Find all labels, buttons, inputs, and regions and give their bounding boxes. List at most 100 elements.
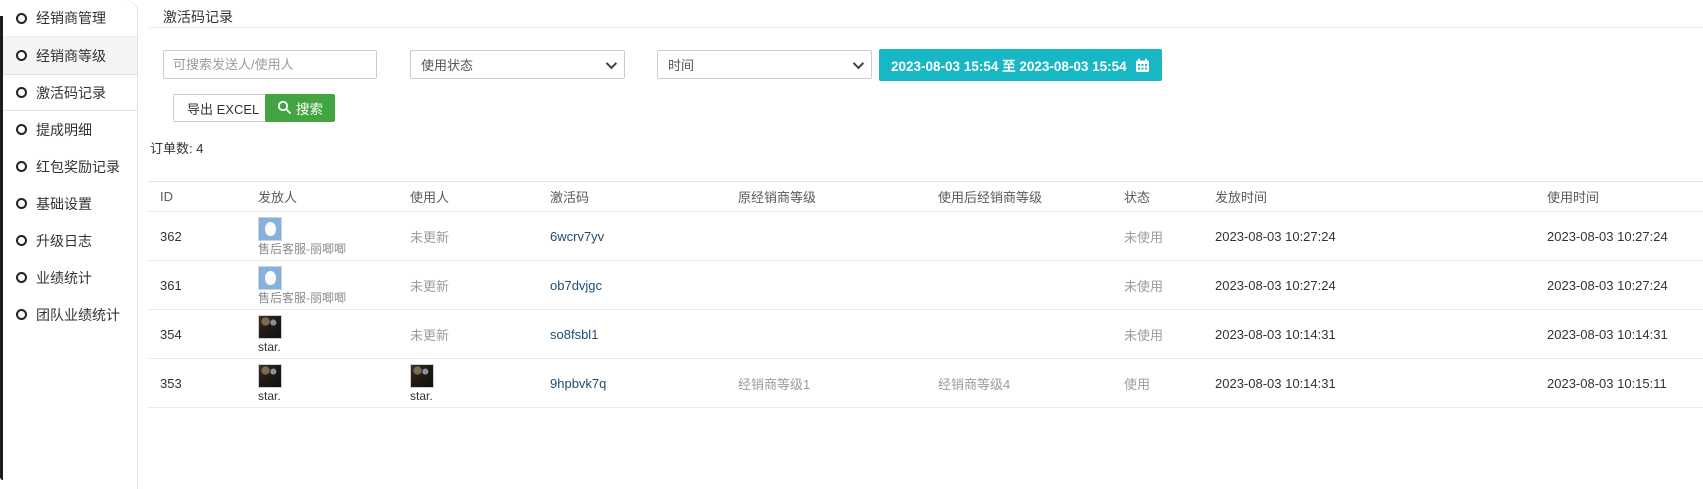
main-content: 激活码记录 使用状态 时间 2023-08-03 15:54 至 2023-08… [139,0,1703,489]
send-time: 2023-08-03 10:14:31 [1203,327,1535,342]
sender-cell: star. [258,364,398,403]
time-select-value: 时间 [668,55,694,74]
sidebar-item-basic-settings[interactable]: 基础设置 [3,185,137,222]
default-avatar [258,266,282,290]
radio-circle-icon [16,272,27,283]
user-photo-avatar [258,315,282,339]
user-cell: star. [410,364,538,403]
status: 未使用 [1112,325,1203,344]
col-header-use-time: 使用时间 [1535,187,1703,206]
table-header-row: ID 发放人 使用人 激活码 原经销商等级 使用后经销商等级 状态 发放时间 使… [148,182,1703,212]
sidebar-item-label: 经销商等级 [36,46,106,66]
sidebar-item-label: 红包奖励记录 [36,157,120,177]
page-title: 激活码记录 [163,7,233,27]
cell-id: 353 [148,376,246,391]
radio-circle-icon [16,124,27,135]
use-time: 2023-08-03 10:14:31 [1535,327,1703,342]
table-row: 361 售后客服-丽唧唧 未更新 ob7dvjgc 未使用 2023-08-03… [148,261,1703,310]
sidebar-item-dealer-management[interactable]: 经销商管理 [3,0,137,37]
search-icon [277,100,291,117]
col-header-send-time: 发放时间 [1203,187,1535,206]
col-header-old-level: 原经销商等级 [726,187,926,206]
chevron-down-icon [606,57,617,68]
sender-cell: star. [258,315,398,354]
sidebar-item-dealer-level[interactable]: 经销商等级 [3,37,137,74]
send-time: 2023-08-03 10:27:24 [1203,278,1535,293]
send-time: 2023-08-03 10:27:24 [1203,229,1535,244]
radio-circle-icon [16,161,27,172]
user-name: 未更新 [398,325,538,344]
activation-code-table: ID 发放人 使用人 激活码 原经销商等级 使用后经销商等级 状态 发放时间 使… [148,181,1703,408]
sidebar-item-label: 基础设置 [36,194,92,214]
sender-name: 售后客服-丽唧唧 [258,292,398,305]
title-divider [149,27,1703,28]
status: 未使用 [1112,227,1203,246]
sidebar-item-upgrade-log[interactable]: 升级日志 [3,222,137,259]
radio-circle-icon [16,235,27,246]
radio-circle-icon [16,87,27,98]
chevron-down-icon [853,57,864,68]
use-time: 2023-08-03 10:27:24 [1535,229,1703,244]
user-photo-avatar [410,364,434,388]
sender-name: star. [258,341,398,354]
col-header-new-level: 使用后经销商等级 [926,187,1112,206]
sidebar-item-label: 业绩统计 [36,268,92,288]
sidebar-item-label: 提成明细 [36,120,92,140]
order-count: 订单数: 4 [150,138,203,157]
status-select[interactable]: 使用状态 [410,50,625,79]
sidebar-item-label: 经销商管理 [36,8,106,28]
search-button[interactable]: 搜索 [265,94,335,122]
cell-id: 354 [148,327,246,342]
user-name: star. [410,390,538,403]
activation-code: ob7dvjgc [538,278,726,293]
col-header-user: 使用人 [398,187,538,206]
status: 使用 [1112,374,1203,393]
sidebar-item-activation-code-records[interactable]: 激活码记录 [3,74,137,111]
activation-code: 9hpbvk7q [538,376,726,391]
sidebar-item-commission-details[interactable]: 提成明细 [3,111,137,148]
user-photo-avatar [258,364,282,388]
use-time: 2023-08-03 10:27:24 [1535,278,1703,293]
calendar-icon [1135,58,1150,73]
col-header-status: 状态 [1112,187,1203,206]
sender-name: star. [258,390,398,403]
new-level: 经销商等级4 [926,374,1112,393]
radio-circle-icon [16,309,27,320]
default-avatar [258,217,282,241]
sender-cell: 售后客服-丽唧唧 [258,217,398,256]
sidebar-item-label: 激活码记录 [36,83,106,103]
status: 未使用 [1112,276,1203,295]
radio-circle-icon [16,198,27,209]
activation-code: so8fsbl1 [538,327,726,342]
radio-circle-icon [16,50,27,61]
col-header-code: 激活码 [538,187,726,206]
sender-name: 售后客服-丽唧唧 [258,243,398,256]
sidebar-item-label: 团队业绩统计 [36,305,120,325]
sidebar: 经销商管理 经销商等级 激活码记录 提成明细 红包奖励记录 基础设置 升级日志 … [3,0,138,489]
sidebar-item-team-performance-stats[interactable]: 团队业绩统计 [3,296,137,333]
export-excel-button[interactable]: 导出 EXCEL [173,94,273,122]
col-header-sender: 发放人 [246,187,398,206]
cell-id: 361 [148,278,246,293]
time-select[interactable]: 时间 [657,50,872,79]
cell-id: 362 [148,229,246,244]
sidebar-item-performance-stats[interactable]: 业绩统计 [3,259,137,296]
col-header-id: ID [148,189,246,204]
sidebar-item-redpacket-reward-records[interactable]: 红包奖励记录 [3,148,137,185]
sidebar-item-label: 升级日志 [36,231,92,251]
table-row: 362 售后客服-丽唧唧 未更新 6wcrv7yv 未使用 2023-08-03… [148,212,1703,261]
sender-cell: 售后客服-丽唧唧 [258,266,398,305]
table-row: 354 star. 未更新 so8fsbl1 未使用 2023-08-03 10… [148,310,1703,359]
status-select-value: 使用状态 [421,55,473,74]
table-row: 353 star. star. 9hpbvk7q 经销商等级1 经销商等级4 使… [148,359,1703,408]
activation-code: 6wcrv7yv [538,229,726,244]
user-name: 未更新 [398,276,538,295]
search-input[interactable] [163,50,377,79]
radio-circle-icon [16,13,27,24]
date-range-button[interactable]: 2023-08-03 15:54 至 2023-08-03 15:54 [879,49,1162,81]
send-time: 2023-08-03 10:14:31 [1203,376,1535,391]
user-name: 未更新 [398,227,538,246]
search-button-label: 搜索 [296,98,323,118]
use-time: 2023-08-03 10:15:11 [1535,376,1703,391]
old-level: 经销商等级1 [726,374,926,393]
